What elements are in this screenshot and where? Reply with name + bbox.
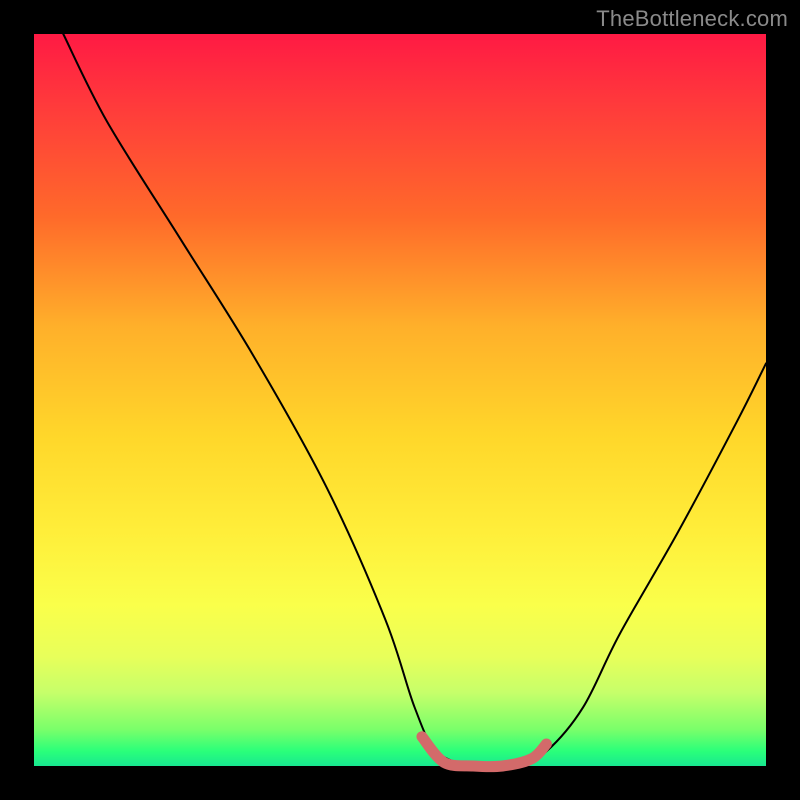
chart-svg [34, 34, 766, 766]
chart-frame: TheBottleneck.com [0, 0, 800, 800]
curve-line [63, 34, 766, 768]
plot-area [34, 34, 766, 766]
highlight-line [422, 737, 546, 767]
watermark-text: TheBottleneck.com [596, 6, 788, 32]
